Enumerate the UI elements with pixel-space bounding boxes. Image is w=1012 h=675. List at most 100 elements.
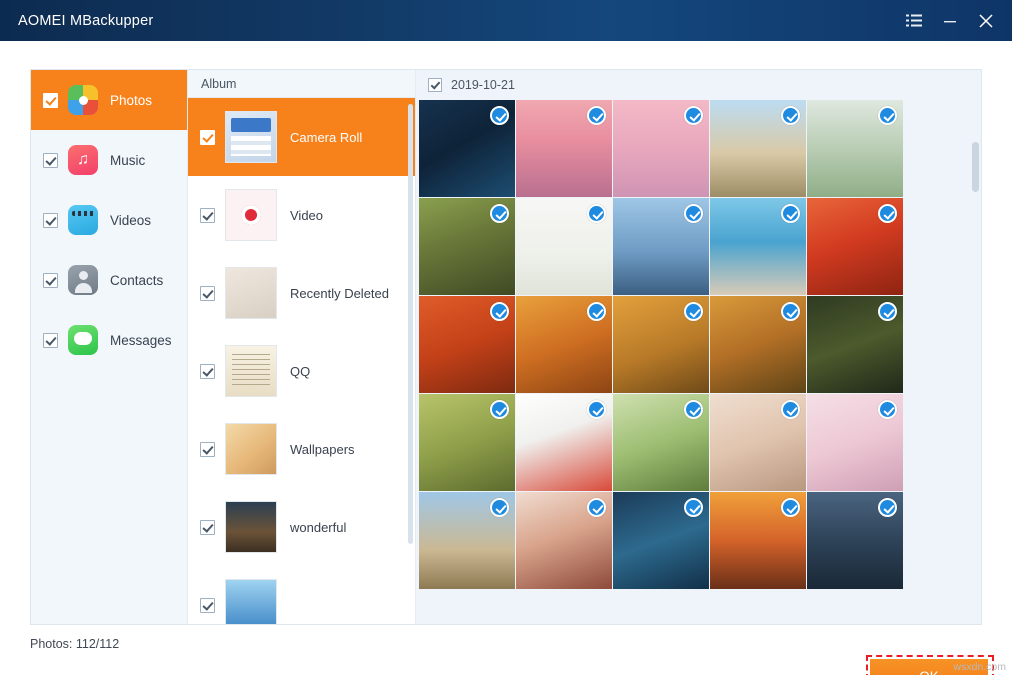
close-icon[interactable] — [968, 0, 1004, 41]
date-group-checkbox[interactable] — [428, 78, 442, 92]
photo-cell[interactable] — [419, 100, 515, 197]
album-item-partial[interactable] — [188, 566, 415, 624]
photo-selected-check-icon[interactable] — [878, 400, 897, 419]
minimize-icon[interactable] — [932, 0, 968, 41]
album-label-wonderful: wonderful — [290, 520, 346, 535]
photo-cell[interactable] — [710, 296, 806, 393]
album-item-qq[interactable]: QQ — [188, 332, 415, 410]
album-thumbnail — [225, 579, 277, 624]
photo-selected-check-icon[interactable] — [587, 204, 606, 223]
photo-selected-check-icon[interactable] — [684, 400, 703, 419]
photo-cell[interactable] — [710, 394, 806, 491]
photo-cell[interactable] — [710, 100, 806, 197]
album-checkbox-wonderful[interactable] — [200, 520, 215, 535]
photo-selected-check-icon[interactable] — [878, 498, 897, 517]
album-thumbnail — [225, 501, 277, 553]
photo-cell[interactable] — [516, 394, 612, 491]
photo-selected-check-icon[interactable] — [878, 106, 897, 125]
category-label-contacts: Contacts — [110, 273, 163, 288]
photo-count-label: Photos: 112/112 — [30, 637, 119, 651]
photo-selected-check-icon[interactable] — [587, 498, 606, 517]
photo-cell[interactable] — [710, 198, 806, 295]
category-label-music: Music — [110, 153, 145, 168]
album-item-wallpapers[interactable]: Wallpapers — [188, 410, 415, 488]
photo-selected-check-icon[interactable] — [490, 302, 509, 321]
photo-selected-check-icon[interactable] — [587, 106, 606, 125]
photo-cell[interactable] — [807, 492, 903, 589]
photo-cell[interactable] — [613, 492, 709, 589]
photo-cell[interactable] — [516, 492, 612, 589]
album-list: Camera Roll Video Recently Deleted — [188, 98, 415, 624]
photo-selected-check-icon[interactable] — [781, 400, 800, 419]
category-item-music[interactable]: ♫ Music — [31, 130, 187, 190]
selection-panel: Photos ♫ Music Videos Contacts — [30, 69, 982, 625]
category-item-photos[interactable]: Photos — [31, 70, 187, 130]
category-checkbox-photos[interactable] — [43, 93, 58, 108]
photo-selected-check-icon[interactable] — [490, 204, 509, 223]
photo-cell[interactable] — [516, 296, 612, 393]
category-item-messages[interactable]: Messages — [31, 310, 187, 370]
photo-cell[interactable] — [419, 394, 515, 491]
photo-selected-check-icon[interactable] — [490, 106, 509, 125]
album-item-recently-deleted[interactable]: Recently Deleted — [188, 254, 415, 332]
album-checkbox-recently-deleted[interactable] — [200, 286, 215, 301]
photo-selected-check-icon[interactable] — [878, 204, 897, 223]
photo-cell[interactable] — [613, 296, 709, 393]
photo-cell[interactable] — [419, 296, 515, 393]
photo-cell[interactable] — [807, 198, 903, 295]
photo-grid — [416, 100, 981, 590]
album-item-camera-roll[interactable]: Camera Roll — [188, 98, 415, 176]
photo-cell[interactable] — [807, 100, 903, 197]
photo-cell[interactable] — [516, 100, 612, 197]
music-icon: ♫ — [68, 145, 98, 175]
photo-selected-check-icon[interactable] — [781, 204, 800, 223]
photo-selected-check-icon[interactable] — [781, 498, 800, 517]
photo-selected-check-icon[interactable] — [781, 106, 800, 125]
main-body: Photos ♫ Music Videos Contacts — [0, 41, 1012, 675]
list-icon[interactable] — [896, 0, 932, 41]
album-thumbnail — [225, 345, 277, 397]
photo-selected-check-icon[interactable] — [878, 302, 897, 321]
watermark: wsxdn.com — [953, 661, 1006, 673]
videos-icon — [68, 205, 98, 235]
photo-selected-check-icon[interactable] — [684, 302, 703, 321]
app-window: AOMEI MBackupper — [0, 0, 1012, 675]
photo-selected-check-icon[interactable] — [781, 302, 800, 321]
album-checkbox-partial[interactable] — [200, 598, 215, 613]
photo-cell[interactable] — [516, 198, 612, 295]
date-group-header[interactable]: 2019-10-21 — [416, 70, 981, 100]
photo-cell[interactable] — [807, 394, 903, 491]
album-scrollbar[interactable] — [408, 104, 413, 544]
photo-cell[interactable] — [419, 198, 515, 295]
photo-cell[interactable] — [613, 100, 709, 197]
photo-grid-scrollbar[interactable] — [972, 142, 979, 192]
photo-selected-check-icon[interactable] — [587, 400, 606, 419]
photo-selected-check-icon[interactable] — [684, 204, 703, 223]
photo-selected-check-icon[interactable] — [587, 302, 606, 321]
album-checkbox-wallpapers[interactable] — [200, 442, 215, 457]
photo-cell[interactable] — [419, 492, 515, 589]
album-thumbnail — [225, 423, 277, 475]
category-item-contacts[interactable]: Contacts — [31, 250, 187, 310]
photo-cell[interactable] — [807, 296, 903, 393]
photo-selected-check-icon[interactable] — [684, 498, 703, 517]
photo-selected-check-icon[interactable] — [490, 498, 509, 517]
photo-selected-check-icon[interactable] — [684, 106, 703, 125]
album-checkbox-video[interactable] — [200, 208, 215, 223]
album-item-video[interactable]: Video — [188, 176, 415, 254]
category-checkbox-videos[interactable] — [43, 213, 58, 228]
album-item-wonderful[interactable]: wonderful — [188, 488, 415, 566]
category-checkbox-contacts[interactable] — [43, 273, 58, 288]
album-checkbox-qq[interactable] — [200, 364, 215, 379]
category-label-photos: Photos — [110, 93, 152, 108]
messages-icon — [68, 325, 98, 355]
photo-cell[interactable] — [613, 198, 709, 295]
album-column: Album Camera Roll Video — [188, 70, 416, 624]
category-checkbox-music[interactable] — [43, 153, 58, 168]
category-item-videos[interactable]: Videos — [31, 190, 187, 250]
photo-cell[interactable] — [710, 492, 806, 589]
album-checkbox-camera-roll[interactable] — [200, 130, 215, 145]
category-checkbox-messages[interactable] — [43, 333, 58, 348]
photo-selected-check-icon[interactable] — [490, 400, 509, 419]
photo-cell[interactable] — [613, 394, 709, 491]
